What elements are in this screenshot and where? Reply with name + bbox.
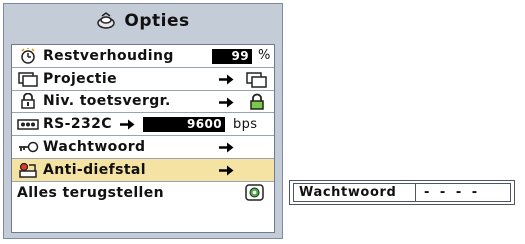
menu-item-lamp-timer[interactable]: Restverhouding 99 % <box>12 45 274 68</box>
menu-item-label: Projectie <box>43 70 117 87</box>
options-list: Restverhouding 99 % Projectie Niv. toets… <box>11 44 275 233</box>
arrow-right-icon <box>219 142 234 153</box>
password-field[interactable]: Wachtwoord - - - - <box>293 183 511 202</box>
lock-icon <box>21 93 35 110</box>
menu-item-label: Anti-diefstal <box>43 161 146 178</box>
projection-icon <box>246 72 267 88</box>
password-panel: Wachtwoord - - - - <box>289 180 515 205</box>
menu-item-anti-theft[interactable]: Anti-diefstal <box>12 158 274 182</box>
menu-item-label: Restverhouding <box>43 47 174 64</box>
reset-icon <box>245 184 264 201</box>
options-icon <box>97 12 116 29</box>
arrow-right-icon <box>219 97 234 108</box>
menu-title: Opties <box>124 11 190 31</box>
arrow-right-icon <box>120 119 135 130</box>
options-menu-window: Opties Restverhouding 99 % Projectie Niv… <box>3 3 283 239</box>
menu-item-reset-all[interactable]: Alles terugstellen <box>12 182 274 205</box>
anti-theft-icon <box>19 162 37 178</box>
password-value[interactable]: - - - - <box>416 185 480 200</box>
baud-rate-unit: bps <box>233 116 258 132</box>
arrow-right-icon <box>219 74 234 85</box>
projection-icon <box>18 71 38 87</box>
lock-icon <box>250 93 264 110</box>
menu-item-projection[interactable]: Projectie <box>12 68 274 91</box>
menu-item-label: RS-232C <box>43 116 112 133</box>
baud-rate-value: 9600 <box>143 117 225 133</box>
menu-title-bar: Opties <box>4 4 282 38</box>
password-label: Wachtwoord <box>299 185 397 200</box>
menu-item-password[interactable]: Wachtwoord <box>12 136 274 159</box>
key-icon <box>19 141 39 153</box>
lamp-timer-unit: % <box>258 48 271 64</box>
menu-item-label: Alles terugstellen <box>17 185 164 202</box>
lamp-timer-value: 99 <box>212 49 252 64</box>
menu-item-label: Wachtwoord <box>43 139 146 156</box>
serial-port-icon <box>17 119 39 131</box>
menu-item-label: Niv. toetsvergr. <box>43 93 171 110</box>
menu-item-key-lock[interactable]: Niv. toetsvergr. <box>12 91 274 114</box>
lamp-timer-icon <box>21 47 35 64</box>
menu-item-rs232c[interactable]: RS-232C 9600 bps <box>12 113 274 137</box>
arrow-right-icon <box>219 165 234 176</box>
